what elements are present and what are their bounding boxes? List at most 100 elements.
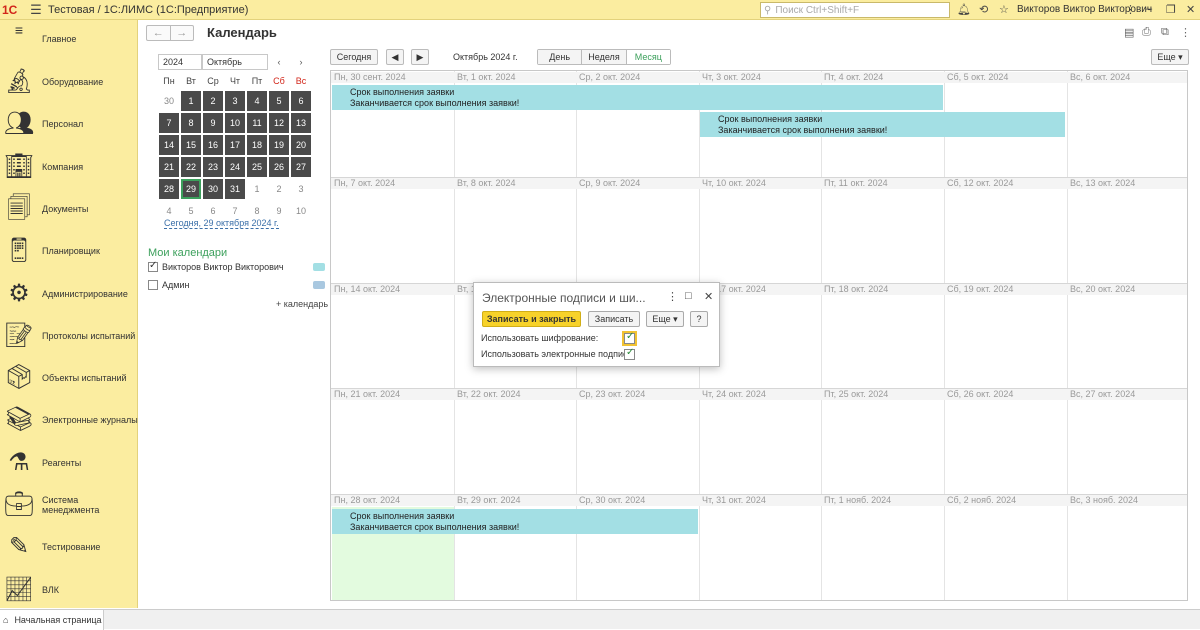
day-label[interactable]: Сб, 2 нояб. 2024 <box>947 495 1016 505</box>
day-cell[interactable]: 16 <box>203 135 223 155</box>
day-cell[interactable]: 30 <box>203 179 223 199</box>
day-label[interactable]: Сб, 5 окт. 2024 <box>947 72 1008 82</box>
calendar-item[interactable]: Админ <box>148 280 325 290</box>
calendar-item[interactable]: Викторов Виктор Викторович <box>148 260 325 272</box>
add-calendar-link[interactable]: + календарь <box>276 299 328 309</box>
sidebar-item[interactable]: 💼︎ Система менеджмента <box>0 485 138 525</box>
month-select[interactable]: Октябрь <box>202 54 268 70</box>
view-week-button[interactable]: Неделя <box>582 50 627 64</box>
close-icon[interactable]: ✕ <box>1186 3 1195 16</box>
sidebar-item[interactable]: 📝︎ Протоколы испытаний <box>0 316 138 356</box>
sidebar-item[interactable]: 📈︎ ВЛК <box>0 570 138 610</box>
day-cell[interactable]: 14 <box>159 135 179 155</box>
day-label[interactable]: Пт, 25 окт. 2024 <box>824 389 888 399</box>
day-label[interactable]: Сб, 19 окт. 2024 <box>947 284 1013 294</box>
sidebar-item[interactable]: 🔬︎ Оборудование <box>0 62 138 102</box>
day-cell[interactable]: 23 <box>203 157 223 177</box>
next-month-icon[interactable]: › <box>290 54 312 72</box>
save-icon[interactable]: ▤ <box>1124 26 1134 39</box>
day-label[interactable]: Сб, 12 окт. 2024 <box>947 178 1013 188</box>
day-cell[interactable]: 31 <box>225 179 245 199</box>
tab-home[interactable]: ⌂ Начальная страница <box>0 610 104 630</box>
day-cell[interactable]: 30 <box>159 91 179 111</box>
day-cell[interactable]: 20 <box>291 135 311 155</box>
day-cell[interactable]: 1 <box>181 91 201 111</box>
day-label[interactable]: Ср, 30 окт. 2024 <box>579 495 645 505</box>
day-cell[interactable]: 10 <box>225 113 245 133</box>
day-label[interactable]: Вт, 1 окт. 2024 <box>457 72 516 82</box>
day-label[interactable]: Ср, 23 окт. 2024 <box>579 389 645 399</box>
day-cell[interactable]: 8 <box>181 113 201 133</box>
sidebar-item[interactable]: 📚︎ Электронные журналы <box>0 400 138 440</box>
restore-icon[interactable]: ❐ <box>1166 3 1176 16</box>
day-label[interactable]: Пн, 21 окт. 2024 <box>334 389 400 399</box>
back-button[interactable]: ← <box>147 26 171 40</box>
prev-month-icon[interactable]: ‹ <box>268 54 290 72</box>
day-label[interactable]: Вт, 8 окт. 2024 <box>457 178 516 188</box>
calendar-checkbox[interactable] <box>148 260 158 272</box>
dialog-more-button[interactable]: Еще ▾ <box>646 311 684 327</box>
view-day-button[interactable]: День <box>538 50 583 64</box>
day-label[interactable]: Пн, 14 окт. 2024 <box>334 284 400 294</box>
day-cell[interactable]: 3 <box>291 179 311 199</box>
calendar-event[interactable]: Срок выполнения заявки Заканчивается срок… <box>332 85 943 110</box>
day-cell[interactable]: 27 <box>291 157 311 177</box>
sidebar-item[interactable]: ⚗ Реагенты <box>0 443 138 483</box>
day-cell[interactable]: 12 <box>269 113 289 133</box>
day-cell[interactable]: 7 <box>159 113 179 133</box>
year-select[interactable]: 2024 <box>158 54 202 70</box>
calendar-event[interactable]: Срок выполнения заявки Заканчивается срок… <box>332 509 698 534</box>
star-icon[interactable]: ☆ <box>999 3 1009 16</box>
today-button[interactable]: Сегодня <box>330 49 378 65</box>
calendar-checkbox[interactable] <box>148 280 158 290</box>
day-label[interactable]: Пт, 11 окт. 2024 <box>824 178 888 188</box>
signatures-checkbox[interactable] <box>624 347 635 360</box>
next-period-button[interactable]: ▶ <box>411 49 429 65</box>
forward-button[interactable]: → <box>171 26 194 40</box>
day-cell[interactable]: 21 <box>159 157 179 177</box>
day-label[interactable]: Чт, 3 окт. 2024 <box>702 72 761 82</box>
day-label[interactable]: Пн, 30 сент. 2024 <box>334 72 406 82</box>
day-cell[interactable]: 6 <box>291 91 311 111</box>
day-cell[interactable]: 5 <box>269 91 289 111</box>
sidebar-item[interactable]: ⚙ Администрирование <box>0 274 138 314</box>
day-cell[interactable]: 10 <box>291 201 311 221</box>
more-icon[interactable]: ⋮ <box>1180 26 1191 39</box>
day-label[interactable]: Вс, 13 окт. 2024 <box>1070 178 1135 188</box>
bell-icon[interactable]: 🔔︎ <box>957 3 971 16</box>
day-cell[interactable]: 25 <box>247 157 267 177</box>
day-label[interactable]: Сб, 26 окт. 2024 <box>947 389 1013 399</box>
print-icon[interactable]: ⎙ <box>1142 26 1151 39</box>
view-month-button[interactable]: Месяц <box>626 50 670 64</box>
settings-icon[interactable]: ⋮ <box>1125 3 1136 16</box>
sidebar-item[interactable]: 📦︎ Объекты испытаний <box>0 358 138 398</box>
day-cell[interactable]: 26 <box>269 157 289 177</box>
day-label[interactable]: Вс, 27 окт. 2024 <box>1070 389 1135 399</box>
more-button[interactable]: Еще ▾ <box>1151 49 1189 65</box>
day-label[interactable]: Чт, 31 окт. 2024 <box>702 495 766 505</box>
sidebar-item[interactable]: 🗐 Документы <box>0 189 138 229</box>
day-label[interactable]: Вт, 29 окт. 2024 <box>457 495 521 505</box>
day-cell[interactable]: 9 <box>203 113 223 133</box>
today-link[interactable]: Сегодня, 29 октября 2024 г. <box>164 218 279 229</box>
day-cell[interactable]: 17 <box>225 135 245 155</box>
sidebar-item[interactable]: 📱︎ Планировщик <box>0 231 138 271</box>
sidebar-item[interactable]: ✎ Тестирование <box>0 527 138 567</box>
history-icon[interactable]: ⟲ <box>979 3 988 16</box>
save-button[interactable]: Записать <box>588 311 640 327</box>
search-input[interactable]: ⚲ Поиск Ctrl+Shift+F <box>760 2 950 18</box>
day-label[interactable]: Пн, 28 окт. 2024 <box>334 495 400 505</box>
day-label[interactable]: Пт, 18 окт. 2024 <box>824 284 888 294</box>
day-cell[interactable]: 15 <box>181 135 201 155</box>
day-cell[interactable]: 22 <box>181 157 201 177</box>
day-cell[interactable]: 29 <box>181 179 201 199</box>
save-and-close-button[interactable]: Записать и закрыть <box>482 311 581 327</box>
day-cell[interactable]: 11 <box>247 113 267 133</box>
day-cell[interactable]: 13 <box>291 113 311 133</box>
dialog-maximize-icon[interactable]: □ <box>685 290 692 302</box>
calendar-event[interactable]: Срок выполнения заявки Заканчивается срок… <box>700 112 1065 137</box>
encryption-checkbox[interactable] <box>622 331 637 346</box>
prev-period-button[interactable]: ◀ <box>386 49 404 65</box>
day-label[interactable]: Пн, 7 окт. 2024 <box>334 178 395 188</box>
day-cell[interactable]: 3 <box>225 91 245 111</box>
